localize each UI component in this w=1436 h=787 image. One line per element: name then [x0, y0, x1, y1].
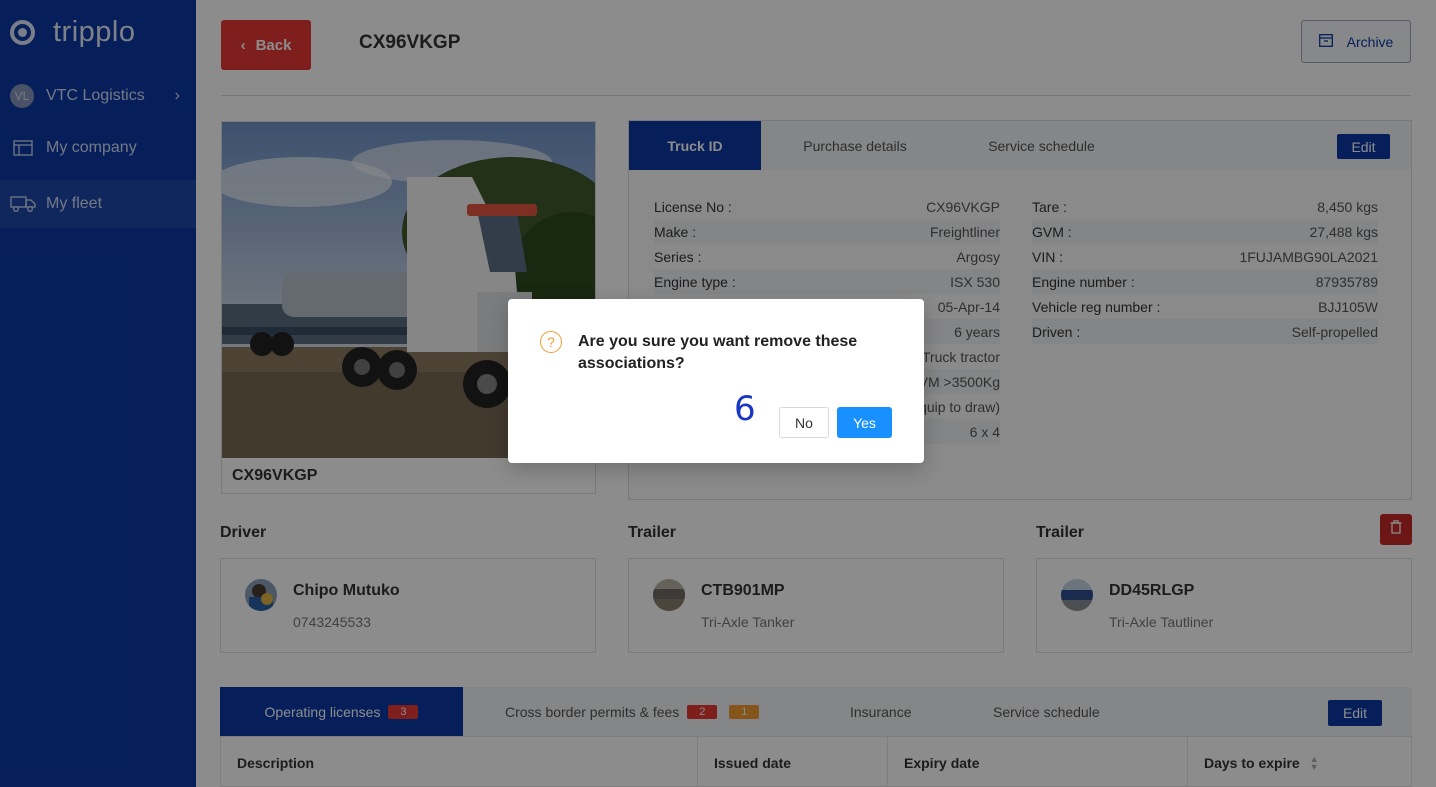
yes-button[interactable]: Yes — [837, 407, 892, 438]
no-button[interactable]: No — [779, 407, 829, 438]
confirm-message: Are you sure you want remove these assoc… — [578, 333, 858, 372]
confirm-dialog: ? Are you sure you want remove these ass… — [508, 299, 924, 463]
annotation-number: 6 — [734, 389, 756, 429]
question-icon: ? — [540, 331, 562, 353]
